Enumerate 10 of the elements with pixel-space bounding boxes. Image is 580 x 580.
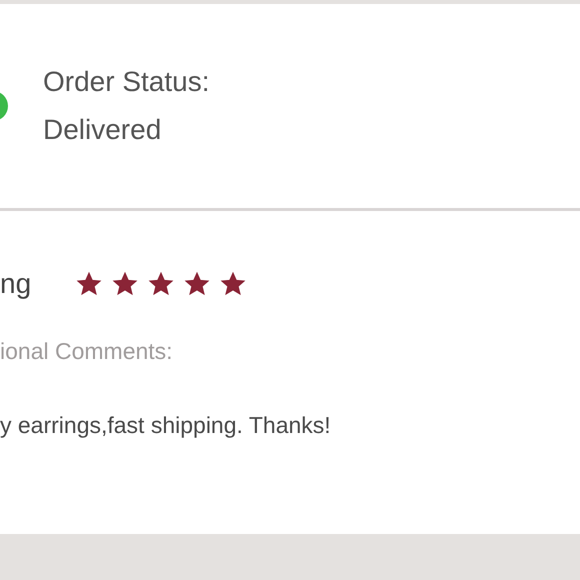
star-icon (219, 270, 248, 298)
star-icon (147, 270, 176, 298)
rating-label: ng (0, 267, 32, 301)
status-label: Order Status: (43, 65, 210, 99)
star-icon (75, 270, 104, 298)
star-icon (111, 270, 140, 298)
star-icon (183, 270, 212, 298)
status-value: Delivered (43, 113, 162, 147)
comments-label: ional Comments: (0, 337, 173, 365)
comment-text: y earrings,fast shipping. Thanks! (0, 411, 331, 439)
